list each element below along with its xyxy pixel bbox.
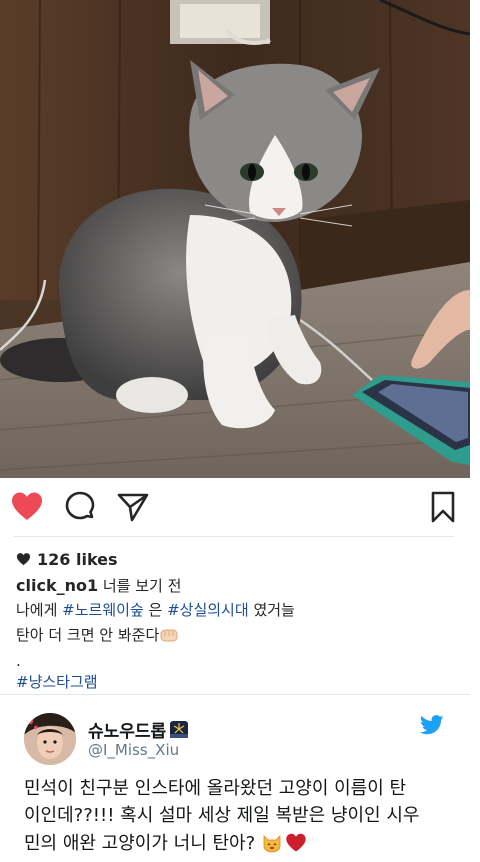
tweet-display-name[interactable]: 슈노우드롭 (88, 717, 189, 742)
red-heart-emoji-icon (286, 833, 306, 852)
hashtag-link[interactable]: #냥스타그램 (16, 673, 98, 691)
bookmark-icon (431, 491, 455, 523)
hashtag-link[interactable]: #노르웨이숲 (62, 601, 144, 619)
caption-text: 나에게 (16, 601, 63, 619)
heart-icon (16, 553, 31, 566)
caption-text: . (16, 652, 21, 670)
tweet-text-line: 이인데??!!! 혹시 설마 세상 제일 복받은 냥이인 시우 (24, 805, 420, 826)
caption-line-4: . (16, 650, 21, 672)
heart-icon (12, 492, 42, 520)
fireworks-emoji-icon (170, 721, 189, 738)
share-button[interactable] (116, 490, 150, 524)
post-action-bar (0, 478, 470, 538)
post-username[interactable]: click_no1 (16, 576, 98, 595)
tweet-text: 민의 애완 고양이가 너니 탄아? (24, 833, 256, 854)
tweet-handle[interactable]: @I_Miss_Xiu (88, 741, 179, 759)
post-photo[interactable] (0, 0, 470, 478)
avatar-image (24, 713, 76, 765)
send-icon (117, 493, 149, 522)
tweet-text-line-3: 민의 애완 고양이가 너니 탄아? (24, 830, 307, 858)
avatar[interactable] (24, 713, 76, 765)
caption-text: 너를 보기 전 (98, 577, 182, 595)
caption-text: 은 (143, 601, 168, 619)
save-button[interactable] (426, 490, 460, 524)
cat-photo (0, 0, 470, 478)
display-name-text: 슈노우드롭 (88, 722, 167, 742)
embedded-tweet: 슈노우드롭 @I_Miss_Xiu 민석이 친구분 인스타에 올라왔던 고양이 … (0, 695, 470, 862)
caption-line-3: 탄아 더 크면 안 봐준다 (16, 624, 180, 646)
caption-text: 였거늘 (248, 601, 295, 619)
caption-line-2: 나에게 #노르웨이숲 은 #상실의시대 였거늘 (16, 599, 295, 621)
comment-icon (65, 491, 95, 520)
caption-text: 탄아 더 크면 안 봐준다 (16, 626, 160, 644)
likes-count[interactable]: 126 likes (16, 548, 118, 570)
likes-text: 126 likes (37, 549, 118, 569)
hashtag-link[interactable]: #상실의시대 (167, 601, 249, 619)
tweet-text-line: 민석이 친구분 인스타에 올라왔던 고양이 이름이 탄 (24, 778, 407, 799)
divider (14, 536, 454, 537)
fist-emoji-icon (160, 629, 178, 642)
like-button[interactable] (10, 490, 44, 524)
cat-emoji-icon (263, 835, 281, 853)
caption-line-5: #냥스타그램 (16, 671, 98, 693)
twitter-bird-icon[interactable] (419, 715, 444, 735)
comment-button[interactable] (63, 490, 97, 524)
caption-line-1: click_no1 너를 보기 전 (16, 575, 181, 597)
